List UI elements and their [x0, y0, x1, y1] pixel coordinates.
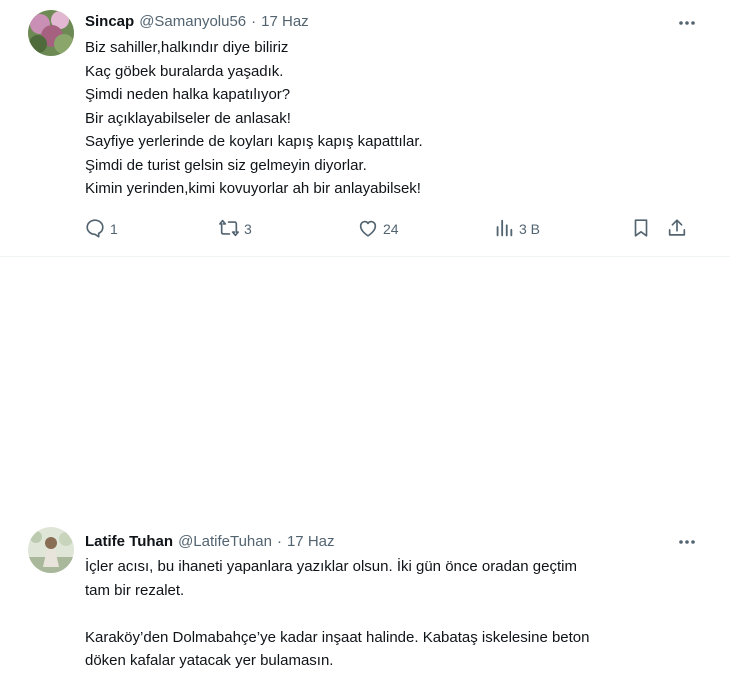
- tweet-line: Karaköy’den Dolmabahçe’ye kadar inşaat h…: [85, 628, 590, 646]
- tweet-line: tam bir rezalet.: [85, 581, 185, 599]
- reply-button[interactable]: 1: [84, 215, 118, 243]
- separator-dot: ·: [276, 532, 282, 550]
- more-icon[interactable]: [674, 529, 700, 555]
- retweet-button[interactable]: 3: [218, 215, 252, 243]
- views-icon: [493, 217, 515, 242]
- retweet-icon: [218, 217, 240, 242]
- tweet-line: İçler acısı, bu ihaneti yapanlara yazıkl…: [85, 558, 577, 575]
- tweet-line: döken kafalar yatacak yer bulamasın.: [85, 652, 334, 669]
- tweet-text: İçler acısı, bu ihaneti yapanlara yazıkl…: [85, 555, 705, 673]
- views-count: 3 B: [519, 221, 541, 237]
- share-button[interactable]: [666, 215, 688, 243]
- tweet-header: Sincap @Samanyolu56 · 17 Haz: [85, 10, 309, 32]
- author-name[interactable]: Sincap: [85, 13, 134, 30]
- action-bar: 1 3 24 3 B: [80, 215, 700, 243]
- tweet-text: Biz sahiller,halkındır diye biliriz Kaç …: [85, 36, 705, 201]
- retweet-count: 3: [244, 221, 252, 237]
- tweet-2[interactable]: Latife Tuhan @LatifeTuhan · 17 Haz İçler…: [0, 257, 730, 669]
- share-icon: [666, 217, 688, 242]
- more-icon[interactable]: [674, 10, 700, 36]
- reply-icon: [84, 217, 106, 242]
- tweet-date[interactable]: 17 Haz: [261, 13, 309, 30]
- tweet-1[interactable]: Sincap @Samanyolu56 · 17 Haz Biz sahille…: [0, 0, 730, 257]
- like-icon: [357, 217, 379, 242]
- tweet-line: Şimdi neden halka kapatılıyor?: [85, 86, 291, 103]
- author-handle[interactable]: @Samanyolu56: [139, 13, 246, 30]
- avatar[interactable]: [28, 527, 74, 573]
- views-button[interactable]: 3 B: [493, 215, 540, 243]
- separator-dot: ·: [251, 12, 257, 30]
- tweet-header: Latife Tuhan @LatifeTuhan · 17 Haz: [85, 530, 335, 552]
- tweet-line: Biz sahiller,halkındır diye biliriz: [85, 39, 289, 56]
- tweet-line: Kimin yerinden,kimi kovuyorlar ah bir an…: [85, 180, 421, 197]
- author-name[interactable]: Latife Tuhan: [85, 533, 173, 550]
- tweet-line: Şimdi de turist gelsin siz gelmeyin diyo…: [85, 156, 367, 174]
- tweet-date[interactable]: 17 Haz: [287, 533, 335, 550]
- tweet-line: Sayfiye yerlerinde de koyları kapış kapı…: [85, 133, 423, 150]
- like-button[interactable]: 24: [357, 215, 399, 243]
- author-handle[interactable]: @LatifeTuhan: [178, 533, 272, 550]
- bookmark-button[interactable]: [630, 215, 652, 243]
- tweet-line: Bir açıklayabilseler de anlasak!: [85, 109, 291, 127]
- bookmark-icon: [630, 217, 652, 242]
- like-count: 24: [383, 221, 399, 237]
- reply-count: 1: [110, 221, 118, 237]
- avatar[interactable]: [28, 10, 74, 56]
- tweet-line: Kaç göbek buralarda yaşadık.: [85, 62, 284, 80]
